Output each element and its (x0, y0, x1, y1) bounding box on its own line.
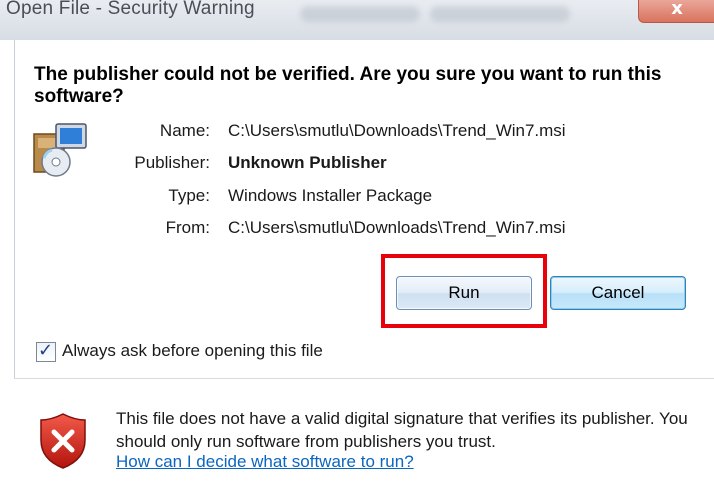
close-button[interactable]: x (638, 0, 714, 23)
signature-warning-text: This file does not have a valid digital … (116, 409, 688, 451)
checkmark-icon: ✓ (38, 340, 54, 361)
always-ask-label[interactable]: Always ask before opening this file (62, 341, 323, 361)
name-value: C:\Users\smutlu\Downloads\Trend_Win7.msi (228, 121, 566, 140)
always-ask-checkbox[interactable]: ✓ (36, 340, 56, 362)
name-label: Name: (159, 121, 210, 140)
type-value: Windows Installer Package (228, 186, 433, 205)
window-title: Open File - Security Warning (6, 0, 255, 19)
from-value: C:\Users\smutlu\Downloads\Trend_Win7.msi (228, 218, 566, 237)
help-link[interactable]: How can I decide what software to run? (116, 452, 414, 472)
type-label: Type: (168, 186, 210, 205)
run-button[interactable]: Run (396, 276, 532, 310)
cancel-button[interactable]: Cancel (550, 276, 686, 310)
warning-question: The publisher could not be verified. Are… (34, 64, 662, 107)
title-bar[interactable]: Open File - Security Warning x (0, 0, 714, 40)
close-icon: x (671, 0, 683, 19)
publisher-label: Publisher: (134, 153, 210, 172)
publisher-value: Unknown Publisher (228, 153, 387, 172)
blurred-background (430, 6, 570, 22)
from-label: From: (165, 218, 210, 237)
blurred-background (300, 6, 420, 22)
shield-error-icon (40, 413, 86, 469)
